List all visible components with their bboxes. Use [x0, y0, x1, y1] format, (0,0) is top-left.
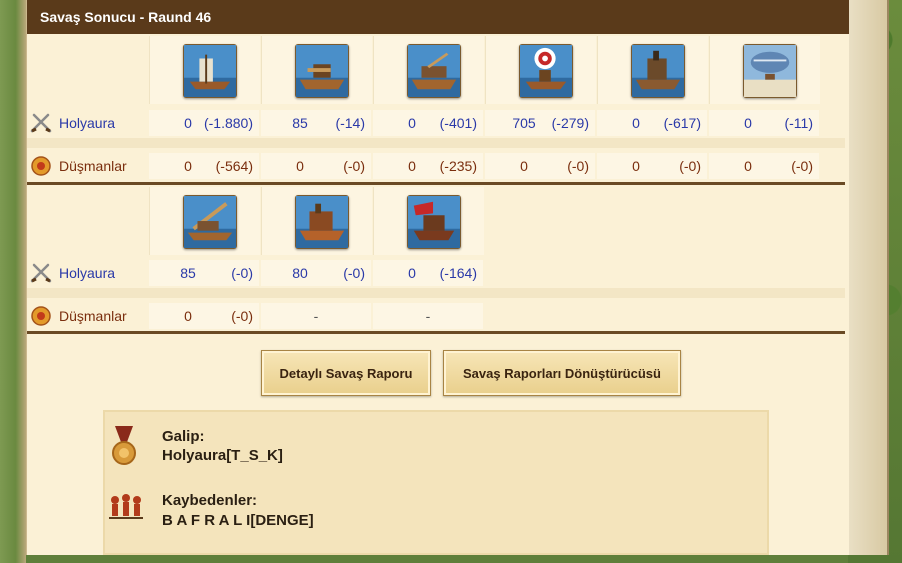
unit-cell — [373, 36, 484, 104]
winner-medal-icon — [111, 426, 137, 466]
unit-stat-cell-empty: - — [373, 303, 483, 329]
unit-stat-cell: 85 (-14) — [261, 110, 371, 136]
unit-stat-cell: 0 (-617) — [597, 110, 707, 136]
unit-cell — [597, 36, 708, 104]
winner-label: Galip: — [162, 428, 205, 445]
unit-stat-cell: 0 (-11) — [709, 110, 819, 136]
unit-cell — [149, 187, 260, 255]
unit-stat-cell-empty: - — [261, 303, 371, 329]
panel-frame-right — [848, 0, 889, 555]
enemy-shield-icon — [30, 306, 52, 326]
mortar-ship-icon[interactable] — [519, 44, 573, 98]
table-divider — [27, 331, 845, 334]
catapult-ship-icon[interactable] — [407, 44, 461, 98]
unit-stat-cell: 0 (-0) — [261, 153, 371, 179]
steam-ram-icon[interactable] — [631, 44, 685, 98]
defender-name[interactable]: Düşmanlar — [59, 153, 127, 179]
unit-cell — [485, 36, 596, 104]
unit-cell — [261, 187, 372, 255]
detailed-report-button[interactable]: Detaylı Savaş Raporu — [261, 350, 431, 396]
row-spacer — [27, 138, 845, 148]
attacker-row-label: Holyaura — [27, 260, 147, 286]
defender-row-label: Düşmanlar — [27, 153, 147, 179]
report-converter-button[interactable]: Savaş Raporları Dönüştürücüsü — [443, 350, 681, 396]
unit-stat-cell: 85 (-0) — [149, 260, 259, 286]
battle-result-box: Galip: Holyaura[T_S_K] Kaybedenler: B A … — [103, 410, 769, 555]
unit-cell — [373, 187, 484, 255]
losers-label: Kaybedenler: — [162, 492, 258, 509]
unit-cell — [709, 36, 820, 104]
attacker-name[interactable]: Holyaura — [59, 260, 115, 286]
unit-stat-cell: 0 (-0) — [485, 153, 595, 179]
unit-cell — [261, 36, 372, 104]
unit-stat-cell: 0 (-1.880) — [149, 110, 259, 136]
unit-stat-cell: 0 (-0) — [597, 153, 707, 179]
panel-title: Savaş Sonucu - Raund 46 — [27, 0, 849, 34]
crossed-swords-icon — [30, 263, 52, 283]
attacker-row-label: Holyaura — [27, 110, 147, 136]
fire-ship-icon[interactable] — [183, 44, 237, 98]
unit-stat-cell: 0 (-0) — [709, 153, 819, 179]
unit-stat-cell: 0 (-0) — [149, 303, 259, 329]
defender-row-label: Düşmanlar — [27, 303, 147, 329]
unit-stat-cell: 0 (-164) — [373, 260, 483, 286]
defender-name[interactable]: Düşmanlar — [59, 303, 127, 329]
battle-result-panel: Savaş Sonucu - Raund 46 Holyaura 0 (-1.8… — [26, 0, 849, 555]
balloon-carrier-icon[interactable] — [743, 44, 797, 98]
ram-ship-icon[interactable] — [183, 195, 237, 249]
unit-stat-cell: 0 (-235) — [373, 153, 483, 179]
ballista-ship-icon[interactable] — [295, 44, 349, 98]
tender-ship-icon[interactable] — [407, 195, 461, 249]
unit-stat-cell: 0 (-401) — [373, 110, 483, 136]
unit-stat-cell: 705 (-279) — [485, 110, 595, 136]
row-spacer — [27, 288, 845, 298]
enemy-shield-icon — [30, 156, 52, 176]
unit-stat-cell: 80 (-0) — [261, 260, 371, 286]
background-left — [0, 0, 26, 563]
attacker-name[interactable]: Holyaura — [59, 110, 115, 136]
defeated-army-icon — [107, 492, 145, 524]
unit-stat-cell: 0 (-564) — [149, 153, 259, 179]
losers-value: B A F R A L I[DENGE] — [162, 512, 314, 529]
rocket-ship-icon[interactable] — [295, 195, 349, 249]
table-divider — [27, 182, 845, 185]
crossed-swords-icon — [30, 113, 52, 133]
winner-value: Holyaura[T_S_K] — [162, 447, 283, 464]
unit-cell — [149, 36, 260, 104]
